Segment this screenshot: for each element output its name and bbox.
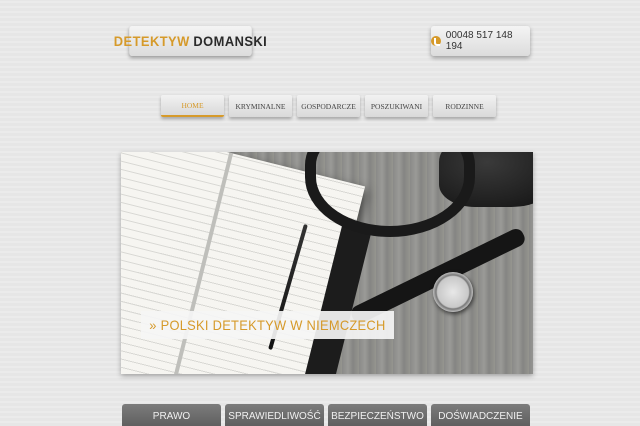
phone-number: 00048 517 148 194: [445, 30, 513, 52]
site-logo[interactable]: DETEKTYW DOMANSKI: [114, 26, 267, 56]
logo-text-secondary: DOMANSKI: [193, 33, 268, 49]
nav-item-kryminalne[interactable]: KRYMINALNE: [229, 95, 292, 117]
bottom-nav: PRAWO SPRAWIEDLIWOŚĆ BEZPIECZEŃSTWO DOŚW…: [122, 404, 530, 426]
tab-sprawiedliwosc[interactable]: SPRAWIEDLIWOŚĆ: [225, 404, 324, 426]
nav-item-rodzinne[interactable]: RODZINNE: [433, 95, 496, 117]
tab-bezpieczenstwo[interactable]: BEZPIECZEŃSTWO: [328, 404, 427, 426]
tab-doswiadczenie[interactable]: DOŚWIADCZENIE: [431, 404, 530, 426]
nav-item-home[interactable]: HOME: [161, 95, 224, 117]
notebook-spine: [168, 152, 234, 374]
tab-prawo[interactable]: PRAWO: [122, 404, 221, 426]
nav-item-gospodarcze[interactable]: GOSPODARCZE: [297, 95, 360, 117]
hero-caption[interactable]: » POLSKI DETEKTYW W NIEMCZECH: [141, 311, 394, 339]
phone-contact[interactable]: 00048 517 148 194: [431, 26, 530, 56]
logo-text-primary: DETEKTYW: [113, 33, 190, 49]
hero-banner: » POLSKI DETEKTYW W NIEMCZECH: [121, 152, 533, 374]
nav-item-poszukiwani[interactable]: POSZUKIWANI: [365, 95, 428, 117]
watch-image: [433, 272, 473, 312]
main-nav: HOME KRYMINALNE GOSPODARCZE POSZUKIWANI …: [161, 95, 496, 117]
phone-icon: [431, 36, 441, 46]
